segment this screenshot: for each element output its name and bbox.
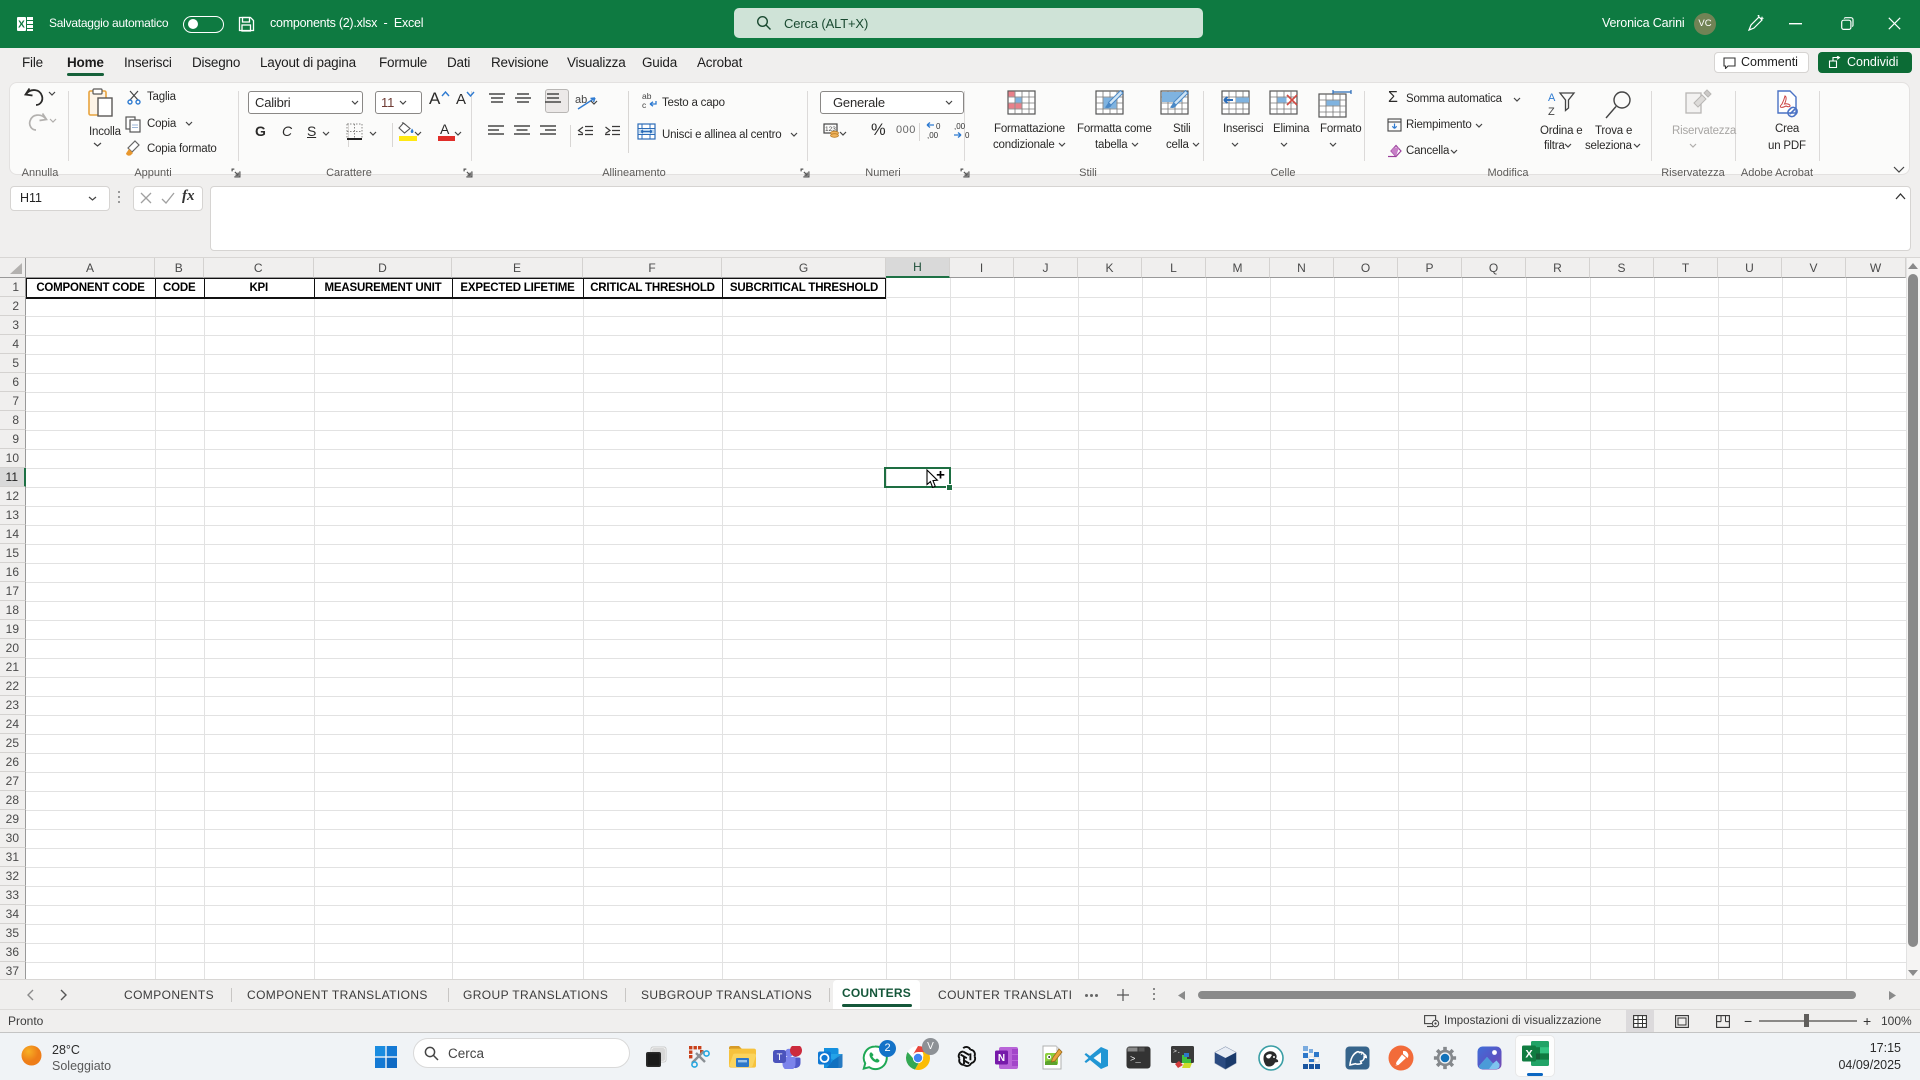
svg-text:>_: >_	[1130, 1055, 1141, 1065]
svg-text:N: N	[998, 1053, 1005, 1064]
svg-text:,00: ,00	[927, 131, 939, 140]
svg-text:X: X	[1525, 1049, 1533, 1061]
svg-text:Z: Z	[1548, 106, 1555, 118]
svg-text:0: 0	[936, 122, 941, 131]
svg-text:>.: >.	[1173, 1048, 1181, 1055]
svg-text:,00: ,00	[954, 122, 966, 131]
svg-text:0: 0	[965, 131, 970, 140]
svg-text:c: c	[642, 100, 647, 109]
svg-text:X: X	[18, 20, 25, 31]
svg-text:A: A	[1548, 92, 1556, 104]
svg-text:T: T	[777, 1052, 783, 1063]
